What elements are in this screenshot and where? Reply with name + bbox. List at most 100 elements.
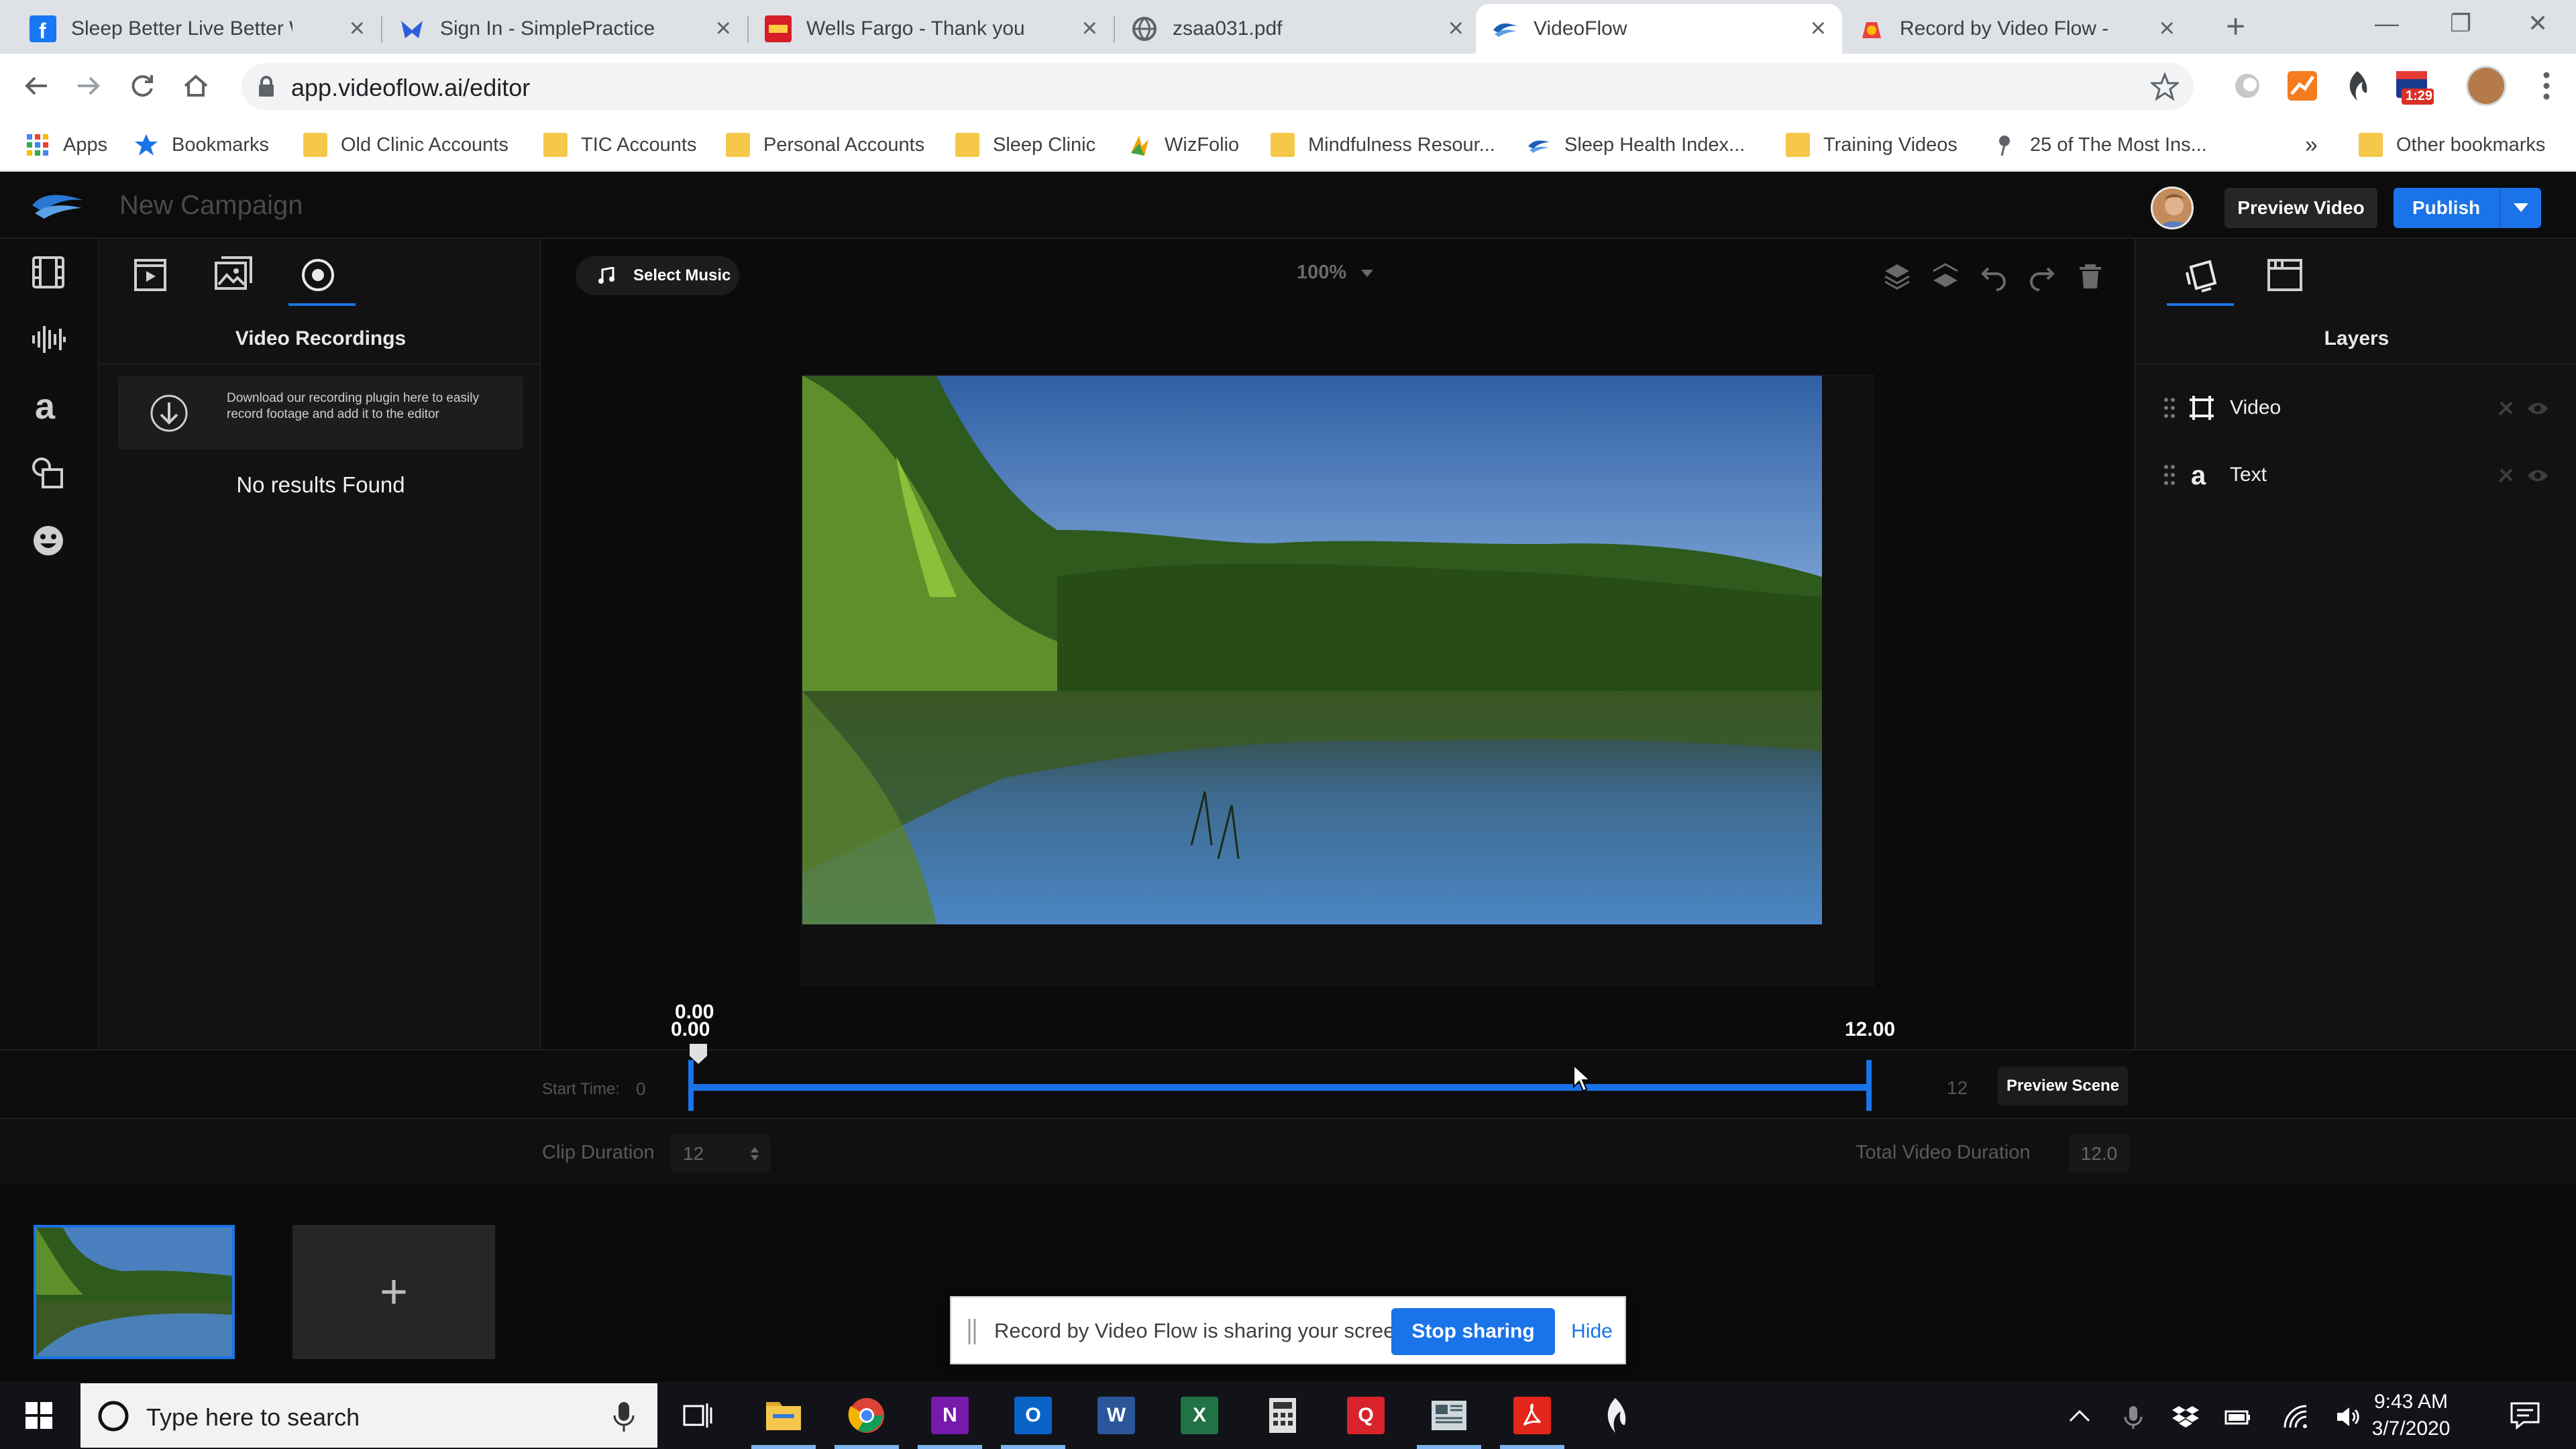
tray-chevron-up-icon[interactable]	[2066, 1403, 2093, 1430]
new-tab-button[interactable]: +	[2226, 7, 2245, 46]
bookmark-star-icon[interactable]	[2151, 72, 2179, 101]
drag-handle-icon[interactable]	[967, 1319, 977, 1344]
bookmark-old-clinic-accounts[interactable]: Old Clinic Accounts	[303, 129, 508, 161]
news-icon[interactable]	[1430, 1397, 1468, 1434]
bookmark-apps[interactable]: Apps	[25, 129, 107, 161]
kebab-menu-icon[interactable]	[2529, 68, 2564, 103]
chrome-icon[interactable]	[848, 1397, 885, 1434]
tab-pdf[interactable]: zsaa031.pdf ×	[1115, 4, 1480, 54]
tab-images[interactable]	[213, 255, 254, 295]
audio-waveform-icon[interactable]	[30, 321, 67, 358]
layer-video[interactable]: Video	[2163, 388, 2559, 428]
redo-icon[interactable]	[2027, 262, 2057, 291]
restore-icon[interactable]: ❐	[2450, 9, 2471, 38]
dropbox-icon[interactable]	[2172, 1403, 2199, 1430]
clip-duration-input[interactable]: 12	[671, 1134, 770, 1173]
bookmark-sleep-clinic[interactable]: Sleep Clinic	[955, 129, 1095, 161]
add-scene-button[interactable]: +	[292, 1225, 495, 1359]
dragon-icon[interactable]	[2340, 68, 2375, 103]
tab-video-clips[interactable]	[130, 255, 170, 295]
bookmark-25-most[interactable]: 25 of The Most Ins...	[1992, 129, 2207, 161]
window-close-icon[interactable]: ✕	[2528, 9, 2548, 38]
videoflow-logo[interactable]	[31, 189, 85, 223]
zoom-select[interactable]: 100%	[1297, 262, 1374, 284]
more-bookmarks-button[interactable]: »	[2305, 129, 2318, 161]
preview-video-button[interactable]: Preview Video	[2224, 188, 2377, 228]
scene-thumbnail[interactable]	[34, 1225, 235, 1359]
publish-button[interactable]: Publish	[2394, 188, 2541, 228]
acrobat-icon[interactable]	[1513, 1397, 1551, 1434]
text-a-icon[interactable]: a	[30, 388, 67, 425]
hide-button[interactable]: Hide	[1568, 1308, 1615, 1355]
download-plugin-notice[interactable]: Download our recording plugin here to ea…	[118, 376, 523, 449]
campaign-title[interactable]: New Campaign	[119, 191, 303, 221]
close-tab-icon[interactable]: ×	[716, 15, 731, 42]
stepper-arrows-icon[interactable]	[750, 1146, 759, 1162]
drag-handle-icon[interactable]	[2163, 396, 2176, 420]
trash-icon[interactable]	[2076, 262, 2105, 291]
tab-recordings[interactable]	[298, 255, 338, 295]
playhead-knob[interactable]	[688, 1042, 708, 1065]
lock-layer-icon[interactable]	[2494, 397, 2517, 420]
forward-icon[interactable]	[71, 68, 106, 103]
task-view-icon[interactable]	[679, 1397, 716, 1434]
stop-sharing-button[interactable]: Stop sharing	[1391, 1308, 1555, 1355]
close-tab-icon[interactable]: ×	[1082, 15, 1097, 42]
tab-wells-fargo[interactable]: Wells Fargo - Thank you for ×	[749, 4, 1114, 54]
outlook-icon[interactable]: O	[1014, 1397, 1052, 1434]
tab-simplepractice[interactable]: Sign In - SimplePractice ×	[382, 4, 747, 54]
lock-layer-icon[interactable]	[2494, 464, 2517, 487]
tab-scene-settings[interactable]	[2265, 255, 2305, 295]
bookmark-wizfolio[interactable]: WizFolio	[1127, 129, 1239, 161]
visibility-eye-icon[interactable]	[2526, 464, 2549, 487]
undo-icon[interactable]	[1979, 262, 2008, 291]
onenote-icon[interactable]: N	[931, 1397, 969, 1434]
select-music-button[interactable]: Select Music	[576, 256, 739, 295]
tab-videoflow[interactable]: VideoFlow ×	[1476, 4, 1842, 54]
back-icon[interactable]	[19, 68, 54, 103]
send-backward-icon[interactable]	[1931, 262, 1960, 291]
action-center-icon[interactable]	[2509, 1399, 2541, 1432]
layer-text[interactable]: a Text	[2163, 455, 2559, 495]
system-clock[interactable]: 9:43 AM 3/7/2020	[2371, 1389, 2451, 1442]
taskbar-search[interactable]: Type here to search	[80, 1383, 657, 1448]
bookmark-other[interactable]: Other bookmarks	[2359, 129, 2545, 161]
end-trim-handle[interactable]	[1866, 1060, 1872, 1111]
bookmark-mindfulness[interactable]: Mindfulness Resour...	[1271, 129, 1495, 161]
dragon-icon[interactable]	[1597, 1397, 1634, 1434]
preview-scene-button[interactable]: Preview Scene	[1998, 1067, 2128, 1106]
bookmark-sleep-health-index[interactable]: Sleep Health Index...	[1527, 129, 1745, 161]
bookmark-personal-accounts[interactable]: Personal Accounts	[726, 129, 924, 161]
close-tab-icon[interactable]: ×	[1448, 15, 1464, 42]
excel-icon[interactable]: X	[1181, 1397, 1218, 1434]
drag-handle-icon[interactable]	[2163, 463, 2176, 487]
bookmark-tic-accounts[interactable]: TIC Accounts	[543, 129, 696, 161]
close-tab-icon[interactable]: ×	[2159, 15, 2175, 42]
close-tab-icon[interactable]: ×	[350, 15, 365, 42]
calendar-extension-icon[interactable]: 1:29	[2392, 68, 2435, 105]
lock-icon[interactable]	[255, 75, 278, 98]
battery-icon[interactable]	[2224, 1403, 2251, 1430]
user-avatar[interactable]	[2151, 186, 2194, 229]
volume-icon[interactable]	[2334, 1403, 2361, 1430]
shapes-icon[interactable]	[30, 455, 67, 492]
tab-facebook[interactable]: f Sleep Better Live Better Work ×	[13, 4, 381, 54]
emoji-sticker-icon[interactable]	[30, 522, 67, 559]
minimize-icon[interactable]: —	[2375, 9, 2399, 38]
reload-icon[interactable]	[125, 68, 160, 103]
extension-gray-icon[interactable]	[2230, 68, 2265, 103]
start-trim-handle[interactable]	[688, 1060, 694, 1111]
bookmark-training-videos[interactable]: Training Videos	[1786, 129, 1957, 161]
bring-forward-icon[interactable]	[1882, 262, 1912, 291]
microphone-icon[interactable]	[610, 1401, 637, 1433]
film-strip-icon[interactable]	[30, 254, 67, 291]
tab-layers[interactable]	[2182, 255, 2222, 295]
extension-chart-icon[interactable]	[2285, 68, 2320, 103]
profile-avatar[interactable]	[2466, 66, 2506, 106]
lake-forest-video-frame[interactable]	[802, 376, 1822, 924]
address-bar[interactable]: app.videoflow.ai/editor	[241, 63, 2194, 110]
bookmark-bookmarks[interactable]: Bookmarks	[134, 129, 269, 161]
word-icon[interactable]: W	[1097, 1397, 1135, 1434]
trim-track[interactable]	[691, 1084, 1870, 1091]
windows-start-icon[interactable]	[0, 1382, 78, 1449]
